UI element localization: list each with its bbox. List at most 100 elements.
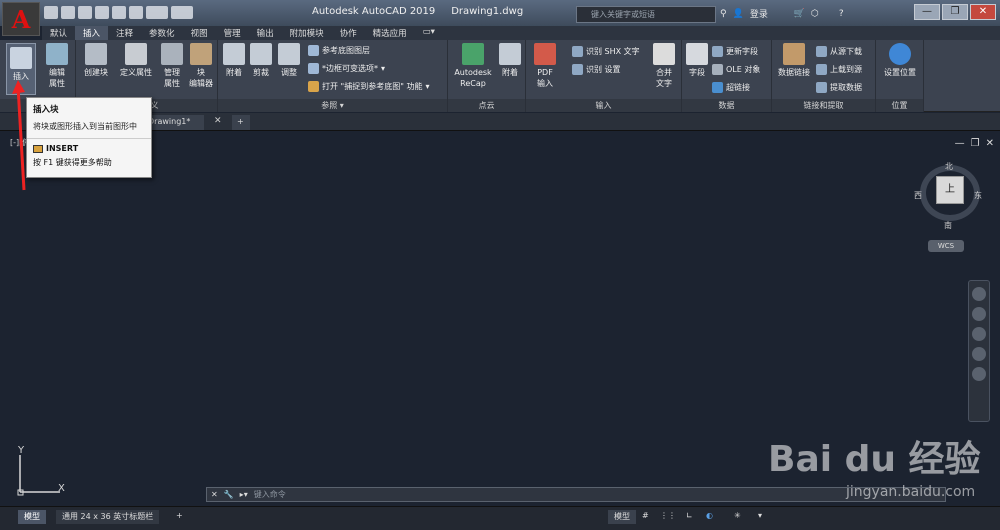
create-block-icon — [85, 43, 107, 65]
zoom-icon[interactable] — [972, 327, 986, 341]
cloud-icon[interactable] — [112, 6, 126, 19]
settings-icon — [572, 64, 583, 75]
tab-addins[interactable]: 附加模块 — [282, 26, 332, 40]
update-fields-button[interactable]: 更新字段 — [712, 46, 758, 57]
combine-text-button[interactable]: 合并 文字 — [650, 43, 678, 89]
viewport-minimize-icon[interactable]: — — [955, 138, 965, 149]
compass-north[interactable]: 北 — [945, 161, 953, 172]
create-block-button[interactable]: 创建块 — [82, 43, 110, 78]
osnap-icon[interactable]: ✳ — [728, 510, 747, 524]
attach-icon — [223, 43, 245, 65]
snap-underlay-dropdown[interactable]: 打开 "捕捉到参考底图" 功能 ▾ — [308, 81, 429, 92]
snap-mode-icon[interactable]: ⋮⋮ — [654, 510, 682, 524]
new-icon[interactable] — [44, 6, 58, 19]
grid-icon[interactable]: # — [636, 510, 655, 524]
close-button[interactable]: ✕ — [970, 4, 996, 20]
tab-parametric[interactable]: 参数化 — [141, 26, 183, 40]
define-attribute-button[interactable]: 定义属性 — [116, 43, 156, 78]
pointcloud-attach-button[interactable]: 附着 — [498, 43, 522, 78]
saveas-icon[interactable] — [95, 6, 109, 19]
snap-icon — [308, 81, 319, 92]
adjust-button[interactable]: 调整 — [276, 43, 302, 78]
binoculars-icon[interactable]: ⚲ — [720, 9, 727, 19]
viewcube[interactable]: 上 — [936, 176, 964, 204]
ole-object-button[interactable]: OLE 对象 — [712, 64, 760, 75]
compass-east[interactable]: 东 — [974, 190, 982, 201]
compass-west[interactable]: 西 — [914, 190, 922, 201]
field-button[interactable]: 字段 — [686, 43, 708, 78]
ucs-icon: Y X — [17, 445, 65, 496]
showmotion-icon[interactable] — [972, 367, 986, 381]
command-history-icon[interactable]: ▸▾ — [240, 490, 248, 499]
panel-data: 字段 更新字段 OLE 对象 超链接 数据 — [682, 40, 772, 112]
pan-icon[interactable] — [972, 307, 986, 321]
add-layout-button[interactable]: + — [170, 510, 189, 524]
data-link-button[interactable]: 数据链接 — [774, 43, 814, 78]
recognize-shx-button[interactable]: 识别 SHX 文字 — [572, 46, 640, 57]
tab-insert[interactable]: 插入 — [75, 26, 109, 40]
tab-collaborate[interactable]: 协作 — [332, 26, 365, 40]
pdf-import-button[interactable]: PDF 输入 — [532, 43, 558, 89]
pointcloud-attach-icon — [499, 43, 521, 65]
panel-linking: 数据链接 从源下载 上载到源 提取数据 链接和提取 — [772, 40, 876, 112]
download-from-source-button[interactable]: 从源下载 — [816, 46, 862, 57]
manage-attributes-button[interactable]: 管理 属性 — [160, 43, 184, 89]
print-icon[interactable] — [129, 6, 143, 19]
undo-icon[interactable] — [146, 6, 168, 19]
exchange-icon[interactable]: ⬡ — [811, 9, 819, 19]
login-link[interactable]: 登录 — [750, 7, 768, 20]
cart-icon[interactable]: 🛒 — [794, 9, 805, 19]
viewport-close-icon[interactable]: ✕ — [986, 138, 994, 149]
statusbar-more-icon[interactable]: ▾ — [752, 510, 768, 524]
combine-text-icon — [653, 43, 675, 65]
tab-manage[interactable]: 管理 — [216, 26, 249, 40]
hyperlink-icon — [712, 82, 723, 93]
orbit-icon[interactable] — [972, 347, 986, 361]
attach-button[interactable]: 附着 — [222, 43, 246, 78]
user-icon[interactable]: 👤 — [733, 9, 744, 19]
extract-data-button[interactable]: 提取数据 — [816, 82, 862, 93]
navigation-bar — [968, 280, 990, 422]
redo-icon[interactable] — [171, 6, 193, 19]
save-icon[interactable] — [78, 6, 92, 19]
customize-icon[interactable]: 🔧 — [224, 490, 234, 499]
tab-view[interactable]: 视图 — [183, 26, 216, 40]
close-command-icon[interactable]: ✕ — [211, 490, 218, 499]
frames-variable-dropdown[interactable]: *边框可变选项* ▾ — [308, 63, 385, 74]
recognize-settings-button[interactable]: 识别 设置 — [572, 64, 621, 75]
close-tab-icon[interactable]: ✕ — [214, 116, 222, 126]
download-icon — [816, 46, 827, 57]
wcs-menu[interactable]: WCS — [928, 240, 964, 252]
new-tab-button[interactable]: + — [232, 115, 250, 130]
compass-south[interactable]: 南 — [944, 220, 952, 231]
set-location-button[interactable]: 设置位置 — [880, 43, 920, 78]
command-input[interactable]: 键入命令 — [254, 489, 286, 500]
minimize-button[interactable]: — — [914, 4, 940, 20]
maximize-button[interactable]: ❐ — [942, 4, 968, 20]
layout-tab-model[interactable]: 模型 — [18, 510, 46, 524]
open-icon[interactable] — [61, 6, 75, 19]
upload-to-source-button[interactable]: 上载到源 — [816, 64, 862, 75]
ortho-icon[interactable]: ∟ — [680, 510, 699, 524]
tab-annotate[interactable]: 注释 — [108, 26, 141, 40]
hyperlink-button[interactable]: 超链接 — [712, 82, 750, 93]
panel-title-linking: 链接和提取 — [772, 99, 875, 112]
layout-tab-titleblock[interactable]: 通用 24 x 36 英寸标题栏 — [56, 510, 160, 524]
clip-button[interactable]: 剪裁 — [248, 43, 274, 78]
underlay-layers-button[interactable]: 参考底图图层 — [308, 45, 370, 56]
steering-wheel-icon[interactable] — [972, 287, 986, 301]
search-input[interactable]: 键入关键字或短语 — [576, 6, 716, 23]
block-editor-button[interactable]: 块 编辑器 — [186, 43, 216, 89]
application-menu-button[interactable]: A — [2, 2, 40, 36]
tab-default[interactable]: 默认 — [42, 26, 75, 40]
polar-icon[interactable]: ◐ — [700, 510, 719, 524]
help-icon[interactable]: ? — [839, 9, 844, 19]
ribbon-options-icon[interactable]: ▭▾ — [415, 26, 443, 40]
model-space-button[interactable]: 模型 — [608, 510, 636, 524]
baidu-watermark: Bai du 经验 jingyan.baidu.com — [768, 430, 981, 500]
viewport-restore-icon[interactable]: ❐ — [971, 138, 980, 149]
tab-featured-apps[interactable]: 精选应用 — [365, 26, 415, 40]
adjust-icon — [278, 43, 300, 65]
tab-output[interactable]: 输出 — [249, 26, 282, 40]
recap-button[interactable]: Autodesk ReCap — [452, 43, 494, 89]
